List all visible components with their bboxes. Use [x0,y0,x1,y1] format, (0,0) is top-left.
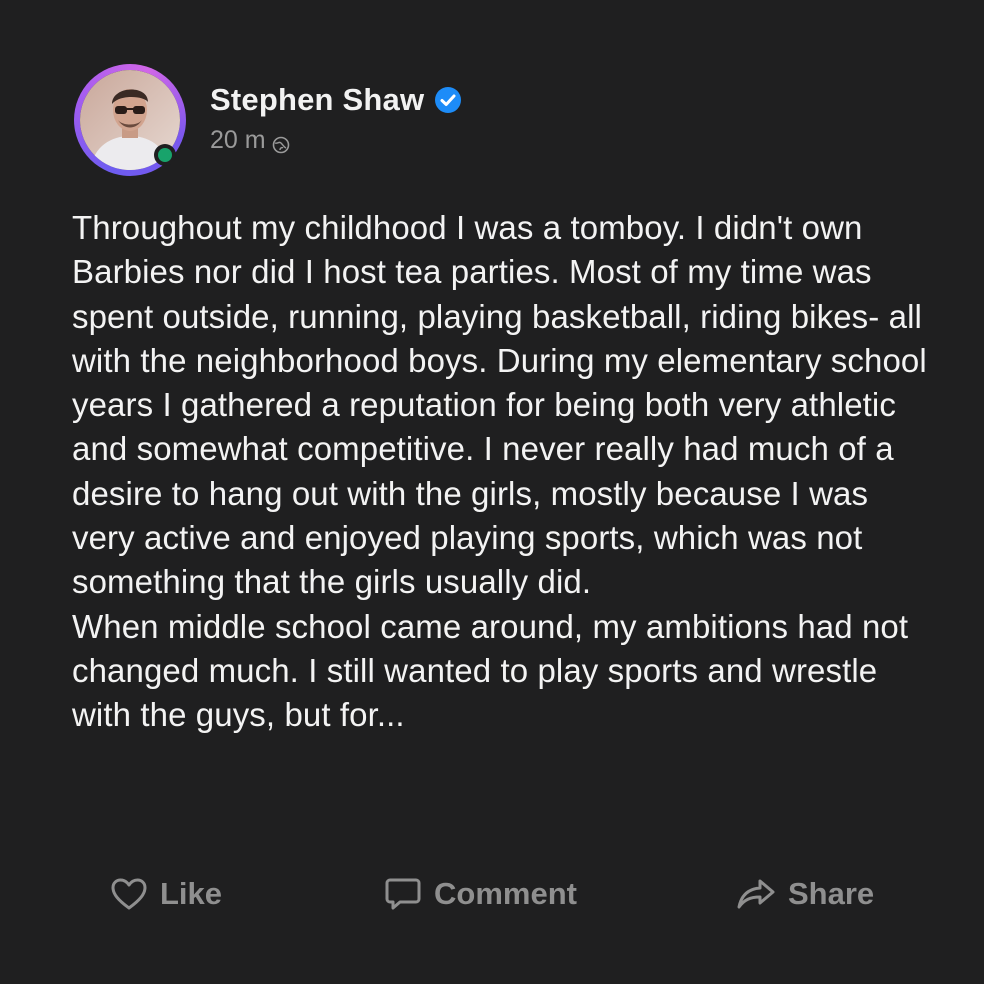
avatar[interactable] [74,64,186,176]
name-row: Stephen Shaw [210,80,462,120]
share-label: Share [788,876,875,911]
globe-icon [272,132,290,153]
online-dot [158,148,172,162]
post-paragraph: Throughout my childhood I was a tomboy. … [72,209,927,601]
post-card: Stephen Shaw 20 m Throughout my childhoo… [0,0,984,984]
verified-badge-icon [434,86,462,114]
post-actions: Like Comment Share [0,866,984,922]
share-button[interactable]: Share [736,866,874,922]
like-button[interactable]: Like [110,866,222,922]
author-name[interactable]: Stephen Shaw [210,82,424,118]
author-meta: Stephen Shaw 20 m [210,80,462,155]
post-header: Stephen Shaw 20 m [74,64,462,176]
comment-button[interactable]: Comment [384,866,577,922]
online-status [154,144,176,166]
speech-bubble-icon [385,878,421,910]
post-timestamp[interactable]: 20 m [210,126,266,155]
comment-label: Comment [434,876,577,911]
timestamp-row: 20 m [210,126,462,155]
heart-outline-icon [111,878,147,910]
like-label: Like [160,876,223,911]
share-arrow-icon [737,879,775,909]
post-body: Throughout my childhood I was a tomboy. … [72,206,932,738]
post-paragraph: When middle school came around, my ambit… [72,607,909,734]
